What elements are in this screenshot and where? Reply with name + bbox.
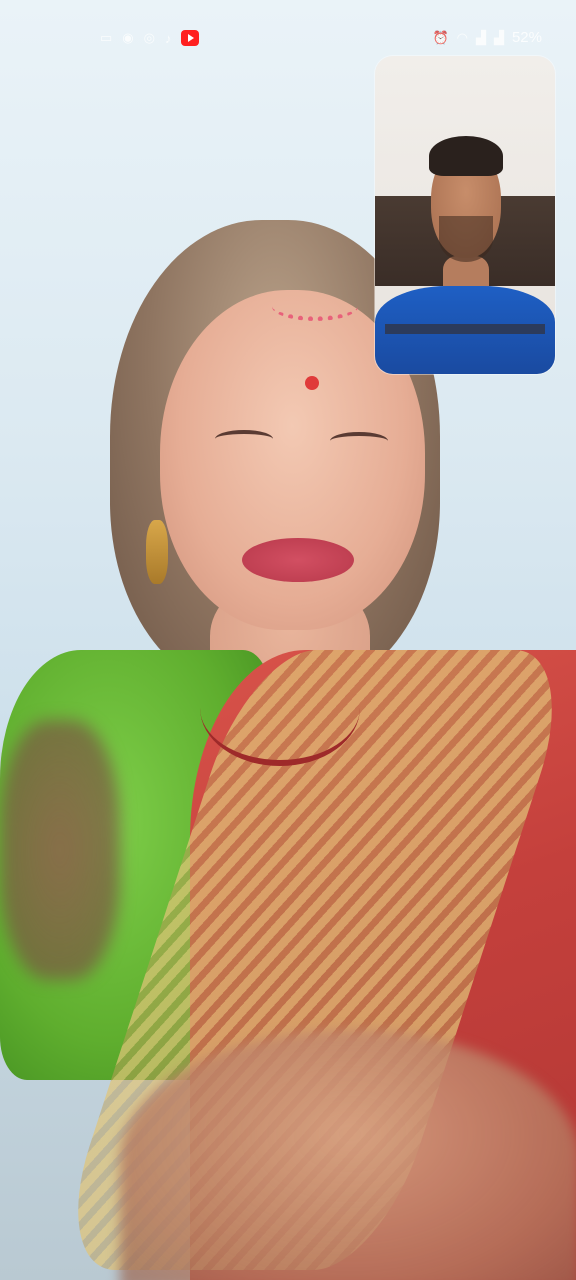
lips: [242, 538, 354, 582]
earring: [146, 520, 168, 584]
notification-icon: ◎: [143, 30, 155, 45]
left-eye: [215, 430, 273, 448]
battery-percentage: 52%: [511, 29, 542, 46]
status-bar: ▭ ◉ ◎ ♪ ⏰ ◠ ▟ ▟ 52%: [0, 24, 576, 52]
right-eye: [330, 432, 388, 450]
necklace: [200, 650, 360, 766]
jacket-stripe: [385, 324, 545, 334]
signal-icon: ▟: [493, 29, 504, 45]
notification-icon: ◉: [122, 30, 134, 45]
blurred-hand-left: [0, 720, 120, 980]
status-bar-left: ▭ ◉ ◎ ♪: [100, 30, 200, 46]
signal-icon: ▟: [475, 29, 486, 45]
caller-hair: [429, 136, 503, 176]
maang-tikka: [272, 292, 358, 321]
alarm-icon: ⏰: [432, 29, 449, 45]
tiktok-icon: ♪: [164, 30, 172, 46]
bindi: [305, 376, 319, 390]
wifi-icon: ◠: [456, 29, 468, 45]
youtube-icon: [181, 30, 200, 46]
caller-beard: [439, 216, 493, 262]
status-bar-right: ⏰ ◠ ▟ ▟ 52%: [432, 29, 542, 46]
blurred-hands: [120, 1030, 576, 1280]
self-preview-feed[interactable]: [375, 56, 555, 374]
notification-icon: ▭: [100, 30, 113, 45]
